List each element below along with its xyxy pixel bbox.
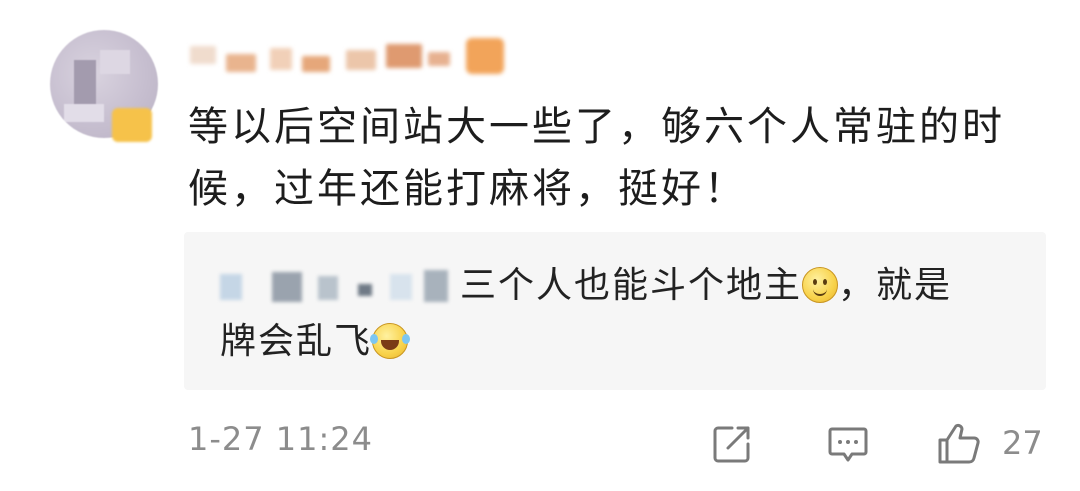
share-icon xyxy=(713,426,750,463)
reply-text: 三个人也能斗个地主 ，就是 牌会乱飞 xyxy=(220,258,1020,370)
share-button[interactable] xyxy=(708,420,756,468)
comment-timestamp: 1-27 11:24 xyxy=(188,420,374,458)
avatar-blur-block xyxy=(74,60,96,110)
thumbs-up-icon xyxy=(938,423,980,464)
comment-text-line: 候，过年还能打麻将，挺好！ xyxy=(188,166,747,212)
avatar-blur-block xyxy=(64,104,104,122)
like-count: 27 xyxy=(1002,424,1043,462)
avatar-blur-block xyxy=(100,50,130,74)
reply-text-part: 牌会乱飞 xyxy=(220,321,373,362)
reply-preview[interactable]: 三个人也能斗个地主 ，就是 牌会乱飞 xyxy=(184,232,1046,390)
comment-icon xyxy=(828,427,868,462)
like-button[interactable] xyxy=(934,420,982,468)
vip-badge-icon xyxy=(112,108,152,142)
username-blurred[interactable] xyxy=(190,32,520,76)
smile-emoji-icon xyxy=(802,267,839,303)
reply-button[interactable] xyxy=(824,420,872,468)
comment-text: 等以后空间站大一些了，够六个人常驻的时 候，过年还能打麻将，挺好！ xyxy=(188,96,1048,220)
reply-text-part: ，就是 xyxy=(838,265,953,306)
comment-text-line: 等以后空间站大一些了，够六个人常驻的时 xyxy=(188,104,1005,150)
laugh-cry-emoji-icon xyxy=(370,323,411,359)
reply-text-part: 三个人也能斗个地主 xyxy=(460,265,803,306)
